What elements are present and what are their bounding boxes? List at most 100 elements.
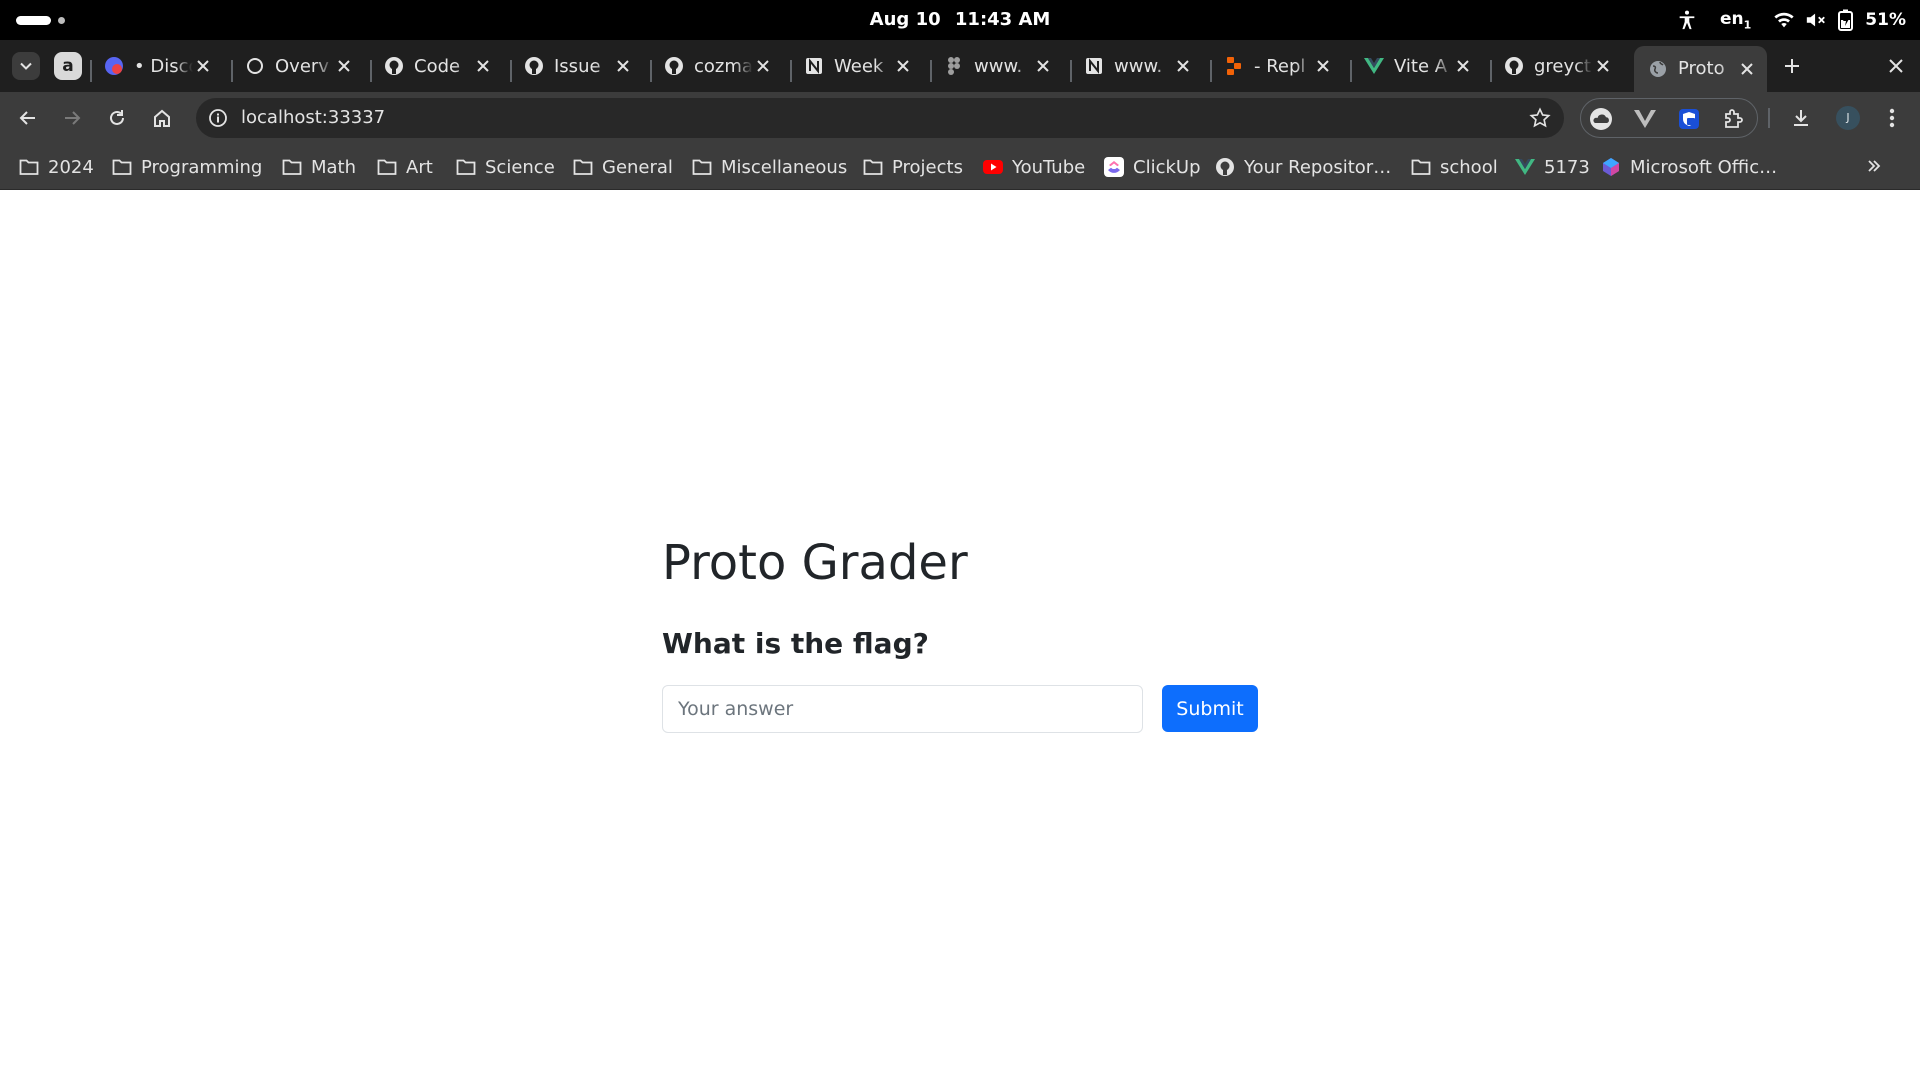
security-extension-icon[interactable] — [1675, 105, 1703, 133]
tab-search-button[interactable] — [12, 52, 40, 80]
answer-input[interactable] — [662, 685, 1143, 733]
bookmarks-overflow-chevron-icon[interactable] — [1862, 152, 1886, 180]
downloads-button[interactable] — [1785, 102, 1817, 134]
close-icon[interactable] — [1313, 56, 1333, 76]
bookmark-label: 2024 — [48, 156, 94, 178]
close-icon[interactable] — [753, 56, 773, 76]
vue-icon — [1364, 56, 1384, 76]
tab-notion-www[interactable]: www. — [1070, 46, 1203, 86]
kebab-menu-icon — [1889, 108, 1895, 128]
toolbar-separator — [1768, 108, 1770, 128]
tab-title: Issue — [554, 55, 601, 77]
globe-icon — [1648, 59, 1668, 79]
chevron-down-icon — [20, 62, 32, 70]
folder-icon — [863, 157, 883, 177]
pinned-tab-a[interactable]: a — [54, 52, 82, 80]
battery-percent: 51% — [1865, 10, 1906, 30]
bookmark-your-repositories[interactable]: Your Repositor… — [1215, 152, 1391, 182]
close-icon[interactable] — [334, 56, 354, 76]
download-icon — [1794, 110, 1808, 126]
bookmark-clickup[interactable]: ClickUp — [1104, 152, 1201, 182]
clock[interactable]: Aug 10 11:43 AM — [0, 0, 1920, 40]
volume-muted-icon — [1807, 13, 1826, 27]
bookmark-general[interactable]: General — [573, 152, 673, 182]
bookmark-youtube[interactable]: YouTube — [983, 152, 1085, 182]
bookmark-science[interactable]: Science — [456, 152, 555, 182]
bookmark-label: Programming — [141, 156, 263, 178]
folder-icon — [19, 157, 39, 177]
keyboard-layout[interactable]: en1 — [1720, 9, 1751, 31]
bookmark-projects[interactable]: Projects — [863, 152, 963, 182]
close-icon[interactable] — [473, 56, 493, 76]
bookmark-art[interactable]: Art — [377, 152, 433, 182]
back-button[interactable] — [12, 102, 44, 134]
close-icon[interactable] — [193, 56, 213, 76]
bookmark-math[interactable]: Math — [282, 152, 356, 182]
tab-proto-active[interactable]: Proto — [1634, 46, 1767, 92]
bookmark-label: General — [602, 156, 673, 178]
tab-code[interactable]: Code — [370, 46, 503, 86]
window-close-button[interactable] — [1882, 52, 1910, 80]
tab-title: Vite A — [1394, 55, 1448, 77]
url-text[interactable]: localhost:33337 — [241, 98, 385, 138]
bookmark-label: Math — [311, 156, 357, 178]
tab-title: cozma — [694, 55, 753, 77]
close-icon[interactable] — [1737, 59, 1757, 79]
cloud-extension-icon[interactable] — [1587, 105, 1615, 133]
puzzle-extensions-icon[interactable] — [1719, 105, 1747, 133]
tab-overview[interactable]: Overv — [231, 46, 364, 86]
close-icon[interactable] — [613, 56, 633, 76]
tab-title: Code — [414, 55, 461, 77]
bookmark-microsoft-office[interactable]: Microsoft Offic… — [1601, 152, 1777, 182]
bookmark-programming[interactable]: Programming — [112, 152, 262, 182]
tab-replit[interactable]: - Repl — [1210, 46, 1343, 86]
status-icons[interactable]: 51% — [1773, 9, 1906, 31]
reload-button[interactable] — [101, 102, 133, 134]
folder-icon — [377, 157, 397, 177]
close-icon[interactable] — [1453, 56, 1473, 76]
close-icon[interactable] — [1173, 56, 1193, 76]
browser-menu-button[interactable] — [1876, 102, 1908, 134]
folder-icon — [692, 157, 712, 177]
bookmark-school[interactable]: school — [1411, 152, 1498, 182]
tab-week[interactable]: Week — [790, 46, 923, 86]
bookmark-2024[interactable]: 2024 — [19, 152, 94, 182]
tab-discord[interactable]: • Disco — [90, 46, 223, 86]
tab-vite[interactable]: Vite A — [1350, 46, 1483, 86]
folder-icon — [112, 157, 132, 177]
bookmark-5173[interactable]: 5173 — [1515, 152, 1590, 182]
home-icon — [154, 109, 170, 127]
bookmark-star-icon[interactable] — [1528, 106, 1552, 130]
system-tray[interactable]: en1 51% — [1676, 0, 1906, 40]
bookmark-label: Science — [485, 156, 555, 178]
notion-icon — [1084, 56, 1104, 76]
profile-avatar[interactable]: J — [1836, 106, 1860, 130]
bookmark-miscellaneous[interactable]: Miscellaneous — [692, 152, 847, 182]
figma-icon — [944, 56, 964, 76]
tab-title: - Repl — [1254, 55, 1306, 77]
system-top-bar: Aug 10 11:43 AM en1 51% — [0, 0, 1920, 40]
forward-button[interactable] — [56, 102, 88, 134]
address-bar[interactable]: localhost:33337 — [196, 98, 1564, 138]
close-icon[interactable] — [893, 56, 913, 76]
site-info-icon[interactable] — [204, 104, 232, 132]
submit-button[interactable]: Submit — [1162, 685, 1258, 732]
accessibility-icon[interactable] — [1676, 9, 1698, 31]
bookmark-label: ClickUp — [1133, 156, 1201, 178]
arrow-right-icon — [65, 111, 81, 125]
bookmark-label: YouTube — [1012, 156, 1086, 178]
folder-icon — [1411, 157, 1431, 177]
bookmark-label: Projects — [892, 156, 963, 178]
tab-cozma[interactable]: cozma — [650, 46, 783, 86]
tab-issues[interactable]: Issue — [510, 46, 643, 86]
new-tab-button[interactable] — [1778, 52, 1806, 80]
close-icon[interactable] — [1033, 56, 1053, 76]
reload-icon — [110, 110, 124, 125]
close-icon[interactable] — [1593, 56, 1613, 76]
page-title: Proto Grader — [662, 535, 968, 591]
extensions-group — [1580, 98, 1758, 138]
tab-greyct[interactable]: greyct — [1490, 46, 1623, 86]
tab-figma[interactable]: www. — [930, 46, 1063, 86]
home-button[interactable] — [146, 102, 178, 134]
vue-devtools-icon[interactable] — [1631, 105, 1659, 133]
